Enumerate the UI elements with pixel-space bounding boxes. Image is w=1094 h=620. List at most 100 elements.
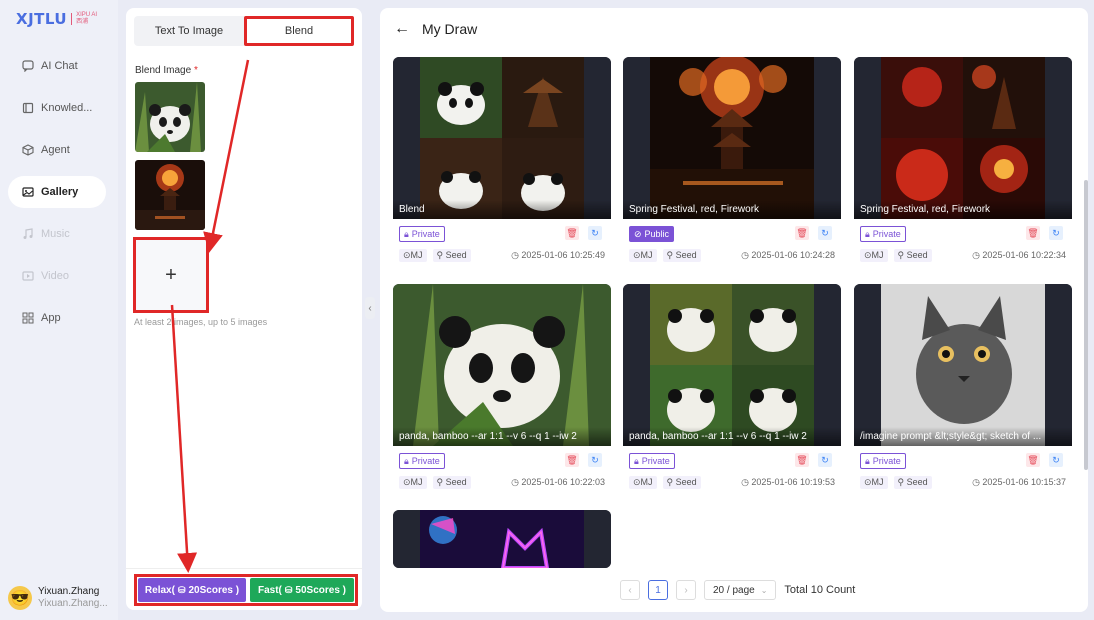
timestamp: ◷ 2025-01-06 10:22:03 bbox=[511, 477, 605, 487]
generated-image[interactable]: panda, bamboo --ar 1:1 --v 6 --q 1 --iw … bbox=[623, 284, 841, 446]
gallery-card[interactable]: panda, bamboo --ar 1:1 --v 6 --q 1 --iw … bbox=[623, 284, 841, 496]
sidebar-item-video[interactable]: Video bbox=[8, 260, 106, 292]
image-caption: panda, bamboo --ar 1:1 --v 6 --q 1 --iw … bbox=[393, 427, 611, 446]
chat-icon bbox=[21, 59, 35, 73]
back-arrow-icon[interactable]: ← bbox=[394, 20, 410, 38]
scrollbar[interactable] bbox=[1084, 180, 1088, 470]
fast-button[interactable]: Fast( ⛁ 50Scores ) bbox=[250, 578, 354, 602]
visibility-badge[interactable]: ⊘ Public bbox=[629, 226, 675, 242]
fast-label: Fast( bbox=[257, 584, 282, 596]
refresh-icon[interactable]: ↻ bbox=[588, 453, 602, 467]
divider bbox=[126, 568, 362, 569]
visibility-badge[interactable]: 🔒︎ Private bbox=[860, 226, 906, 242]
music-icon bbox=[21, 227, 35, 241]
generated-image[interactable]: Spring Festival, red, Firework bbox=[623, 57, 841, 219]
delete-icon[interactable]: 🗑︎ bbox=[565, 226, 579, 240]
page-header: ← My Draw bbox=[394, 20, 477, 38]
timestamp: ◷ 2025-01-06 10:22:34 bbox=[972, 250, 1066, 260]
delete-icon[interactable]: 🗑︎ bbox=[565, 453, 579, 467]
collapse-panel-toggle[interactable]: ‹ bbox=[365, 297, 375, 319]
generated-image[interactable]: /imagine prompt &lt;style&gt; sketch of … bbox=[854, 284, 1072, 446]
add-image-button[interactable]: + bbox=[133, 237, 209, 313]
brand-separator bbox=[71, 13, 73, 25]
model-tag: ⊙MJ bbox=[860, 249, 888, 262]
sidebar-item-gallery[interactable]: Gallery bbox=[8, 176, 106, 208]
prev-page-button[interactable]: ‹ bbox=[620, 580, 640, 600]
timestamp: ◷ 2025-01-06 10:15:37 bbox=[972, 477, 1066, 487]
gallery-card[interactable]: Spring Festival, red, Firework ⊘ Public 🗑… bbox=[623, 57, 841, 269]
delete-icon[interactable]: 🗑︎ bbox=[795, 453, 809, 467]
lock-icon: 🔒︎ bbox=[404, 228, 409, 239]
cube-icon bbox=[21, 143, 35, 157]
gallery-card[interactable]: Spring Festival, red, Firework 🔒︎ Private… bbox=[854, 57, 1072, 269]
seed-button[interactable]: ⚲ Seed bbox=[893, 249, 932, 262]
sidebar-item-agent[interactable]: Agent bbox=[8, 134, 106, 166]
total-count: Total 10 Count bbox=[784, 584, 856, 596]
page-number[interactable]: 1 bbox=[648, 580, 668, 600]
visibility-label: Private bbox=[411, 456, 440, 466]
coin-icon: ⛁ bbox=[284, 584, 293, 595]
model-tag: ⊙MJ bbox=[629, 476, 657, 489]
next-page-button[interactable]: › bbox=[676, 580, 696, 600]
visibility-label: Public bbox=[644, 229, 670, 239]
visibility-label: Private bbox=[641, 456, 670, 466]
generated-image[interactable] bbox=[393, 510, 611, 568]
tab-blend[interactable]: Blend bbox=[244, 16, 354, 46]
sidebar-item-music[interactable]: Music bbox=[8, 218, 106, 250]
visibility-badge[interactable]: 🔒︎ Private bbox=[399, 453, 445, 469]
seed-button[interactable]: ⚲ Seed bbox=[662, 476, 701, 489]
delete-icon[interactable]: 🗑︎ bbox=[795, 226, 809, 240]
page-size-select[interactable]: 20 / page ⌄ bbox=[704, 580, 777, 600]
sidebar-item-label: Music bbox=[41, 228, 70, 240]
tab-text-to-image[interactable]: Text To Image bbox=[134, 16, 244, 46]
blend-image-thumbnail[interactable] bbox=[135, 82, 205, 152]
visibility-badge[interactable]: 🔒︎ Private bbox=[629, 453, 675, 469]
refresh-icon[interactable]: ↻ bbox=[1049, 453, 1063, 467]
generated-image[interactable]: panda, bamboo --ar 1:1 --v 6 --q 1 --iw … bbox=[393, 284, 611, 446]
sidebar-item-ai-chat[interactable]: AI Chat bbox=[8, 50, 106, 82]
page-title: My Draw bbox=[422, 21, 478, 37]
visibility-badge[interactable]: 🔒︎ Private bbox=[399, 226, 445, 242]
visibility-label: Private bbox=[411, 229, 440, 239]
delete-icon[interactable]: 🗑︎ bbox=[1026, 453, 1040, 467]
gallery-card[interactable]: /imagine prompt &lt;style&gt; sketch of … bbox=[854, 284, 1072, 496]
generated-image[interactable]: Spring Festival, red, Firework bbox=[854, 57, 1072, 219]
refresh-icon[interactable]: ↻ bbox=[818, 226, 832, 240]
gallery-icon bbox=[21, 185, 35, 199]
delete-icon[interactable]: 🗑︎ bbox=[1026, 226, 1040, 240]
user-profile[interactable]: 😎 Yixuan.Zhang Yixuan.Zhang... bbox=[8, 586, 108, 610]
visibility-label: Private bbox=[872, 456, 901, 466]
brand-name: XJTLU bbox=[16, 10, 68, 28]
seed-button[interactable]: ⚲ Seed bbox=[662, 249, 701, 262]
sidebar-item-knowledge[interactable]: Knowled... bbox=[8, 92, 106, 124]
sidebar-item-label: Video bbox=[41, 270, 69, 282]
book-icon bbox=[21, 101, 35, 115]
sidebar-item-label: Knowled... bbox=[41, 102, 93, 114]
gallery-card[interactable]: panda, bamboo --ar 1:1 --v 6 --q 1 --iw … bbox=[393, 284, 611, 496]
refresh-icon[interactable]: ↻ bbox=[818, 453, 832, 467]
blend-image-label: Blend Image * bbox=[135, 65, 198, 76]
generated-image[interactable]: Blend bbox=[393, 57, 611, 219]
seed-button[interactable]: ⚲ Seed bbox=[432, 476, 471, 489]
seed-button[interactable]: ⚲ Seed bbox=[893, 476, 932, 489]
user-handle: Yixuan.Zhang... bbox=[38, 598, 108, 609]
brand-logo[interactable]: XJTLU XIPU AI 西浦 bbox=[16, 10, 97, 28]
model-tag: ⊙MJ bbox=[860, 476, 888, 489]
sidebar-item-app[interactable]: App bbox=[8, 302, 106, 334]
chevron-down-icon: ⌄ bbox=[760, 585, 768, 595]
refresh-icon[interactable]: ↻ bbox=[1049, 226, 1063, 240]
relax-button[interactable]: Relax( ⛁ 20Scores ) bbox=[138, 578, 246, 602]
seed-button[interactable]: ⚲ Seed bbox=[432, 249, 471, 262]
image-caption: Spring Festival, red, Firework bbox=[854, 200, 1072, 219]
gallery-card[interactable] bbox=[393, 510, 611, 568]
image-caption: panda, bamboo --ar 1:1 --v 6 --q 1 --iw … bbox=[623, 427, 841, 446]
brand-subtitle: XIPU AI 西浦 bbox=[76, 12, 98, 25]
blend-image-thumbnail[interactable] bbox=[135, 160, 205, 230]
generate-buttons: Relax( ⛁ 20Scores ) Fast( ⛁ 50Scores ) bbox=[134, 574, 358, 606]
refresh-icon[interactable]: ↻ bbox=[588, 226, 602, 240]
lock-icon: 🔒︎ bbox=[865, 228, 870, 239]
sidebar-item-label: App bbox=[41, 312, 61, 324]
relax-scores: 20Scores ) bbox=[188, 584, 240, 596]
visibility-badge[interactable]: 🔒︎ Private bbox=[860, 453, 906, 469]
gallery-card[interactable]: Blend 🔒︎ Private 🗑︎ ↻ ⊙MJ ⚲ Seed ◷ 2025-0… bbox=[393, 57, 611, 269]
